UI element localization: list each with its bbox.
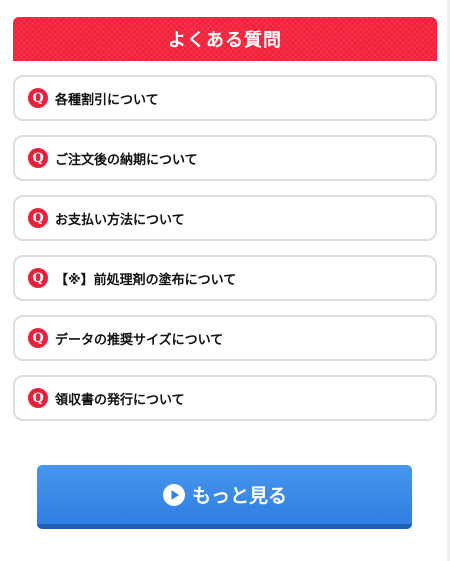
q-icon: Q (28, 328, 48, 348)
faq-page: よくある質問 Q 各種割引について Q ご注文後の納期について Q お支払い方法… (0, 0, 450, 561)
faq-item-data-size[interactable]: Q データの推奨サイズについて (13, 315, 437, 361)
faq-item-pretreatment[interactable]: Q 【※】前処理剤の塗布について (13, 255, 437, 301)
faq-item-label: 【※】前処理剤の塗布について (55, 272, 237, 288)
faq-item-receipt[interactable]: Q 領収書の発行について (13, 375, 437, 421)
faq-title: よくある質問 (168, 30, 282, 51)
play-circle-icon (162, 483, 186, 507)
faq-item-payment[interactable]: Q お支払い方法について (13, 195, 437, 241)
faq-item-label: データの推奨サイズについて (55, 332, 224, 348)
faq-item-label: 領収書の発行について (55, 392, 185, 408)
faq-item-label: 各種割引について (55, 92, 159, 108)
faq-item-label: お支払い方法について (55, 212, 185, 228)
faq-item-delivery[interactable]: Q ご注文後の納期について (13, 135, 437, 181)
faq-list: Q 各種割引について Q ご注文後の納期について Q お支払い方法について Q … (13, 75, 437, 435)
see-more-button[interactable]: もっと見る (37, 465, 412, 529)
faq-header: よくある質問 (13, 17, 437, 61)
faq-item-discounts[interactable]: Q 各種割引について (13, 75, 437, 121)
q-icon: Q (28, 148, 48, 168)
q-icon: Q (28, 268, 48, 288)
q-icon: Q (28, 388, 48, 408)
faq-item-label: ご注文後の納期について (55, 152, 198, 168)
see-more-label: もっと見る (191, 485, 287, 507)
q-icon: Q (28, 208, 48, 228)
q-icon: Q (28, 88, 48, 108)
